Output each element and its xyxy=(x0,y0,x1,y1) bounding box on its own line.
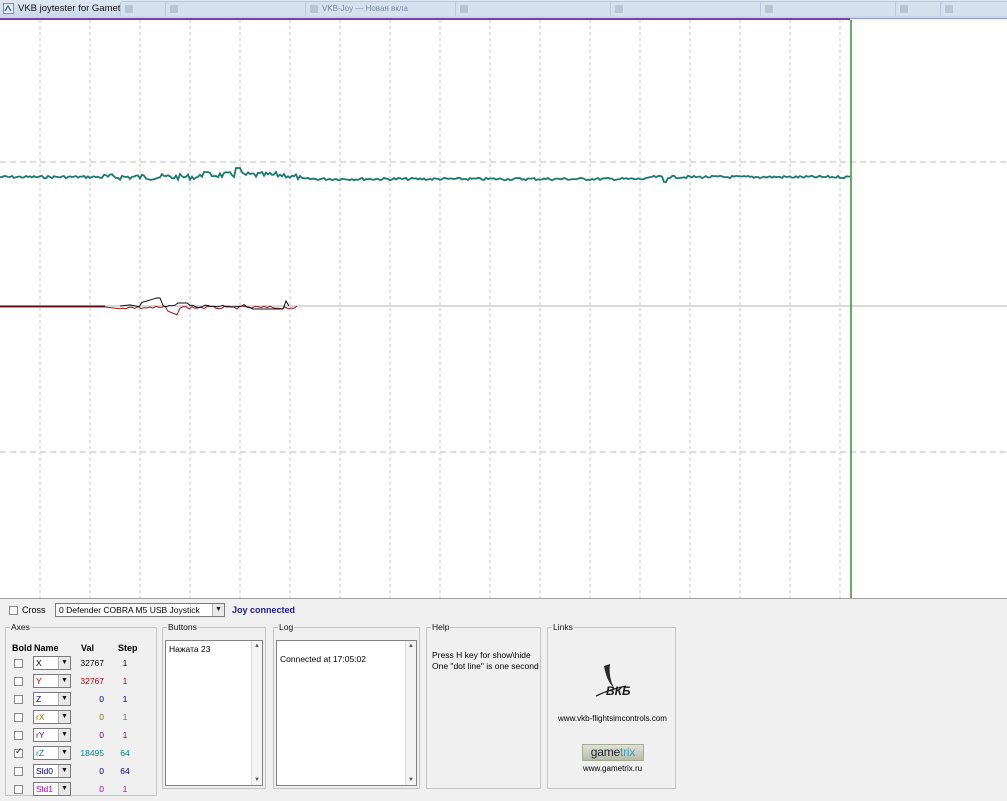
background-tab[interactable] xyxy=(610,1,773,16)
window-title: VKB joytester for Gametrix xyxy=(18,3,131,14)
scroll-down-icon[interactable]: ▼ xyxy=(406,775,416,785)
axis-row-rx: rX ▼ 0 1 xyxy=(6,710,156,726)
axis-step: 64 xyxy=(120,766,130,776)
help-legend: Help xyxy=(432,622,450,632)
joystick-selected-value: 0 Defender COBRA M5 USB Joystick xyxy=(59,605,200,615)
axis-value: 0 xyxy=(99,730,104,740)
axis-name: Sld1 xyxy=(36,784,54,794)
axis-value: 0 xyxy=(99,712,104,722)
axis-name: rY xyxy=(36,730,45,740)
axis-row-rz: rZ▼1849564 xyxy=(6,746,156,762)
axis-step: 1 xyxy=(122,658,128,668)
background-tab[interactable]: VKB-Joy — Новая вкла xyxy=(305,1,463,16)
axis-bold-checkbox[interactable] xyxy=(14,731,23,740)
axis-bold-checkbox[interactable] xyxy=(14,767,23,776)
axis-name: Y xyxy=(36,676,42,686)
log-scrollbar[interactable]: ▲ ▼ xyxy=(405,641,416,785)
axis-bold-checkbox[interactable] xyxy=(14,785,23,794)
axis-value: 18495 xyxy=(80,748,104,758)
axis-bold-checkbox[interactable] xyxy=(14,677,23,686)
log-legend: Log xyxy=(279,622,294,632)
name-column-header: Name xyxy=(34,643,59,653)
cross-checkbox[interactable] xyxy=(9,606,18,615)
axis-name: Sld0 xyxy=(36,766,54,776)
axis-name: Z xyxy=(36,694,42,704)
axis-bold-checkbox[interactable] xyxy=(14,713,23,722)
axis-step: 1 xyxy=(122,730,128,740)
gametrix-logo-accent: trix xyxy=(620,745,636,759)
buttons-listbox[interactable]: Нажата 23 ▲ ▼ xyxy=(165,640,263,786)
axis-step: 1 xyxy=(122,676,128,686)
axis-bold-checkbox[interactable] xyxy=(14,747,23,758)
axis-step: 1 xyxy=(122,694,128,704)
help-line: Press H key for show\hide xyxy=(432,650,531,660)
axis-row-sld1: Sld1 ▼ 0 1 xyxy=(6,782,156,798)
gametrix-logo[interactable]: gametrix xyxy=(582,744,644,761)
buttons-text: Нажата 23 xyxy=(169,644,211,654)
buttons-legend: Buttons xyxy=(168,622,197,632)
title-bar: VKB joytester for Gametrix VKB-Joy — Нов… xyxy=(0,0,1007,19)
background-tab[interactable] xyxy=(455,1,623,16)
axis-row-z: Z ▼ 0 1 xyxy=(6,692,156,708)
axis-name: rX xyxy=(36,712,45,722)
background-tab[interactable] xyxy=(760,1,903,16)
scroll-up-icon[interactable]: ▲ xyxy=(406,641,416,651)
axes-legend: Axes xyxy=(11,622,30,632)
buttons-scrollbar[interactable]: ▲ ▼ xyxy=(251,641,262,785)
axis-row-sld0: Sld0 ▼ 0 64 xyxy=(6,764,156,780)
axes-group: Axes Bold Name Val Step X ▼ 32767 1 Y ▼ 32767 1… xyxy=(5,622,157,796)
joystick-select[interactable]: 0 Defender COBRA M5 USB Joystick ▼ xyxy=(55,603,225,617)
axis-row-y: Y ▼ 32767 1 xyxy=(6,674,156,690)
buttons-group: Buttons Нажата 23 ▲ ▼ xyxy=(162,622,266,789)
app-icon xyxy=(3,3,14,14)
control-panel: Cross 0 Defender COBRA M5 USB Joystick ▼… xyxy=(0,598,1007,801)
axis-value: 32767 xyxy=(80,676,104,686)
log-text: Connected at 17:05:02 xyxy=(280,654,367,664)
axis-step: 64 xyxy=(120,748,130,758)
axis-bold-checkbox[interactable] xyxy=(14,695,23,704)
step-column-header: Step xyxy=(118,643,138,653)
help-line: One "dot line" is one second xyxy=(432,661,539,671)
help-text: Press H key for show\hide One "dot line"… xyxy=(432,650,539,672)
axis-step: 1 xyxy=(122,784,128,794)
cross-label: Cross xyxy=(22,605,46,615)
axis-value: 0 xyxy=(99,766,104,776)
background-tab[interactable] xyxy=(165,1,318,16)
gametrix-logo-text: game xyxy=(590,745,620,759)
graph-background xyxy=(0,20,1007,598)
axis-step: 1 xyxy=(122,712,128,722)
axis-bold-checkbox[interactable] xyxy=(14,659,23,668)
log-group: Log Connected at 17:05:02 ▲ ▼ xyxy=(273,622,420,789)
log-listbox[interactable]: Connected at 17:05:02 ▲ ▼ xyxy=(276,640,417,786)
scroll-up-icon[interactable]: ▲ xyxy=(252,641,262,651)
axis-row-x: X ▼ 32767 1 xyxy=(6,656,156,672)
axis-row-ry: rY ▼ 0 1 xyxy=(6,728,156,744)
vkb-link[interactable]: www.vkb-flightsimcontrols.com xyxy=(548,714,677,723)
axis-graph xyxy=(0,20,1007,598)
axis-value: 0 xyxy=(99,694,104,704)
axis-name: X xyxy=(36,658,42,668)
axis-name: rZ xyxy=(36,748,45,758)
background-tab[interactable] xyxy=(940,1,1007,16)
chevron-down-icon[interactable]: ▼ xyxy=(212,604,224,616)
vkb-logo-text: ВКБ xyxy=(606,684,631,698)
help-group: Help Press H key for show\hide One "dot … xyxy=(426,622,541,789)
links-group: Links ВКБ www.vkb-flightsimcontrols.com … xyxy=(547,622,676,789)
connection-status: Joy connected xyxy=(232,605,296,615)
vkb-logo[interactable]: ВКБ xyxy=(590,662,640,702)
axis-value: 0 xyxy=(99,784,104,794)
axis-value: 32767 xyxy=(80,658,104,668)
scroll-down-icon[interactable]: ▼ xyxy=(252,775,262,785)
links-legend: Links xyxy=(553,622,573,632)
val-column-header: Val xyxy=(81,643,95,653)
bold-column-header: Bold xyxy=(12,643,32,653)
gametrix-link[interactable]: www.gametrix.ru xyxy=(548,764,677,773)
